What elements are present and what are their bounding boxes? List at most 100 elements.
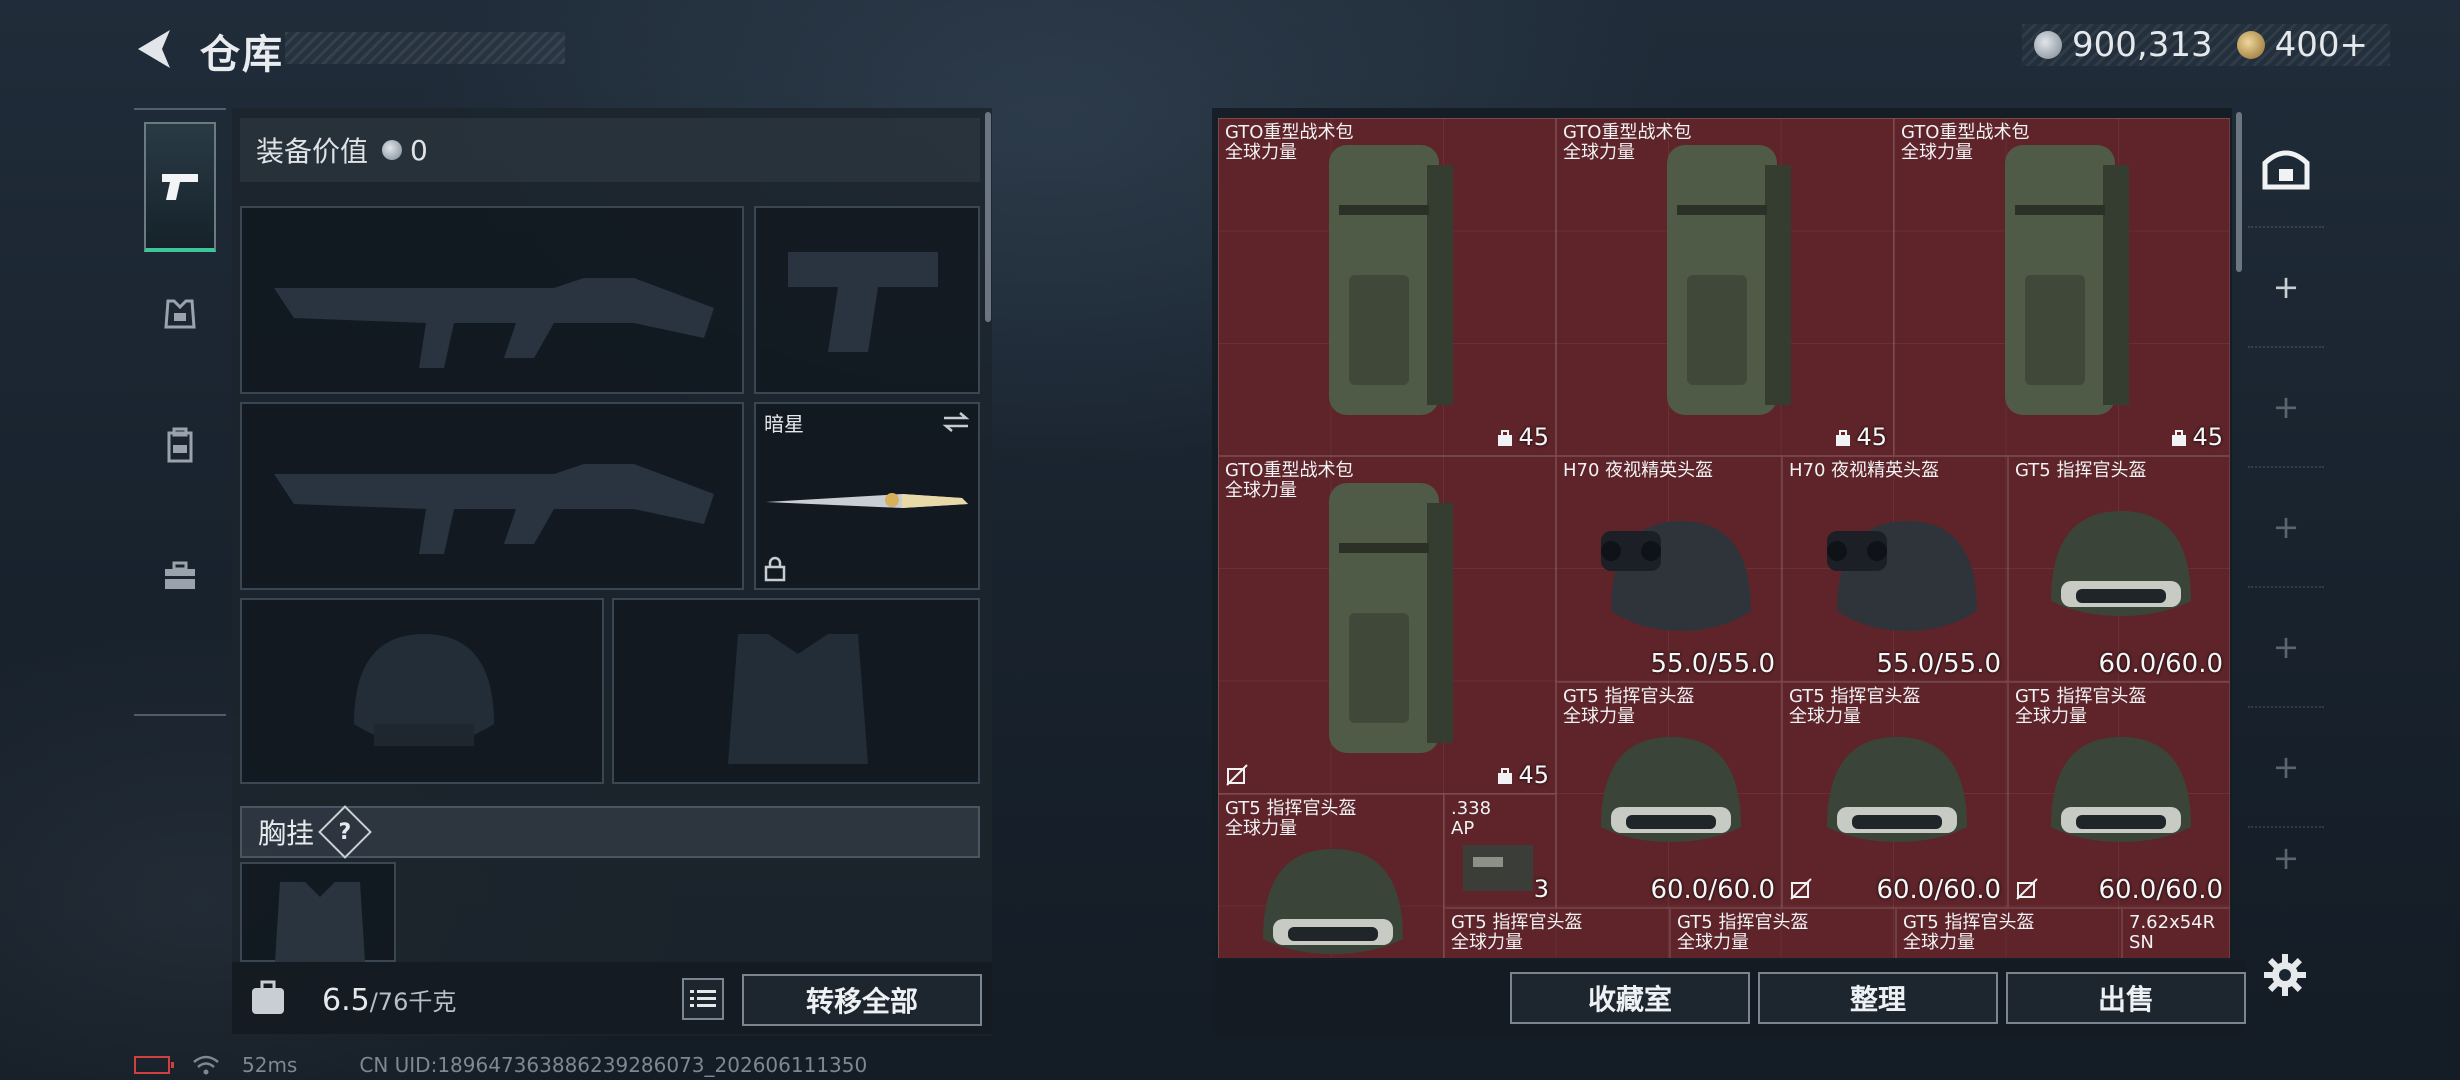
sell-button[interactable]: 出售 xyxy=(2006,972,2246,1024)
help-button[interactable]: ? xyxy=(318,805,372,859)
armor-vest-icon xyxy=(164,299,196,329)
sort-button[interactable]: 整理 xyxy=(1758,972,1998,1024)
item-count: 3 xyxy=(1533,875,1549,903)
chest-rig-slot[interactable] xyxy=(240,862,396,962)
equipment-value-row: 装备价值 0 xyxy=(240,118,980,182)
inventory-item-helmet[interactable]: GT5 指挥官头盔 全球力量 60.0/60.0 xyxy=(2008,682,2230,908)
item-name: H70 夜视精英头盔 xyxy=(1563,460,1714,481)
stash-grid: GTO重型战术包 全球力量 45 GTO重型战术包 全球力量 45 GTO重型战… xyxy=(1218,118,2230,958)
backpack-image xyxy=(1667,145,1791,415)
item-name: GT5 指挥官头盔 xyxy=(1903,912,2035,933)
inventory-item-helmet[interactable]: H70 夜视精英头盔 55.0/55.0 xyxy=(1782,456,2008,682)
primary-weapon-slot-2[interactable] xyxy=(240,402,744,590)
add-stash-page-button[interactable]: + xyxy=(2248,348,2324,468)
commander-helmet-image xyxy=(1263,849,1403,954)
weight-icon xyxy=(1498,430,1513,446)
equipment-scrollbar[interactable] xyxy=(985,112,991,322)
wifi-icon xyxy=(193,1055,219,1075)
inventory-item-ammo[interactable]: .338 AP 3 xyxy=(1444,794,1556,908)
silver-coin-value: 900,313 xyxy=(2072,25,2213,65)
inventory-item-backpack[interactable]: GTO重型战术包 全球力量 45 xyxy=(1556,118,1894,456)
list-view-button[interactable] xyxy=(682,978,724,1020)
tab-tools[interactable] xyxy=(144,510,216,640)
inventory-item-helmet[interactable]: GT5 指挥官头盔 全球力量 xyxy=(1218,794,1444,958)
inventory-item-helmet[interactable]: GT5 指挥官头盔 全球力量 xyxy=(1444,908,1670,958)
item-durability: 55.0/55.0 xyxy=(1876,649,2001,679)
add-stash-page-button[interactable]: + xyxy=(2248,708,2324,828)
item-name: GT5 指挥官头盔 xyxy=(1789,686,1921,707)
item-sub: 全球力量 xyxy=(1677,932,1749,953)
settings-gear-icon[interactable] xyxy=(2262,952,2308,998)
melee-slot[interactable]: 暗星 xyxy=(754,402,980,590)
item-durability: 60.0/60.0 xyxy=(1876,875,2001,905)
item-weight: 45 xyxy=(2170,423,2223,451)
item-weight-value: 45 xyxy=(1518,423,1549,451)
battery-icon xyxy=(134,1056,174,1074)
inventory-item-backpack[interactable]: GTO重型战术包 全球力量 45 xyxy=(1894,118,2230,456)
item-sub: SN xyxy=(2129,932,2154,953)
stash-scrollbar[interactable] xyxy=(2236,112,2242,272)
silver-coin-icon xyxy=(382,140,403,160)
inventory-item-helmet[interactable]: GT5 指挥官头盔 全球力量 xyxy=(1670,908,1896,958)
item-weight-value: 45 xyxy=(1518,761,1549,789)
inventory-item-helmet[interactable]: GT5 指挥官头盔 全球力量 60.0/60.0 xyxy=(1782,682,2008,908)
inventory-item-helmet[interactable]: GT5 指挥官头盔 60.0/60.0 xyxy=(2008,456,2230,682)
item-weight: 45 xyxy=(1834,423,1887,451)
helmet-slot[interactable] xyxy=(240,598,604,784)
inventory-item-helmet[interactable]: GT5 指挥官头盔 全球力量 xyxy=(1896,908,2122,958)
item-weight-value: 45 xyxy=(2192,423,2223,451)
gold-coin-value[interactable]: 400+ xyxy=(2275,25,2368,65)
ammo-box-image xyxy=(1463,845,1533,891)
chest-rig-header: 胸挂 ? xyxy=(240,805,980,859)
backpack-icon xyxy=(167,427,193,463)
gold-coin-icon xyxy=(2236,31,2265,59)
help-icon: ? xyxy=(338,819,352,845)
weight-icon xyxy=(2172,430,2187,446)
title-decoration xyxy=(285,32,565,64)
back-arrow-icon[interactable] xyxy=(130,24,174,74)
inventory-item-helmet[interactable]: H70 夜视精英头盔 55.0/55.0 xyxy=(1556,456,1782,682)
inventory-item-ammo[interactable]: 7.62x54R SN xyxy=(2122,908,2230,958)
item-weight-value: 45 xyxy=(1856,423,1887,451)
item-name: 7.62x54R xyxy=(2129,912,2216,933)
item-name: GT5 指挥官头盔 xyxy=(1225,798,1357,819)
chest-rig-silhouette-icon xyxy=(275,882,365,962)
primary-weapon-slot[interactable] xyxy=(240,206,744,394)
list-icon xyxy=(690,990,716,1007)
backpack-image xyxy=(1329,145,1453,415)
secondary-weapon-slot[interactable] xyxy=(754,206,980,394)
tab-armor[interactable] xyxy=(144,250,216,380)
body-armor-slot[interactable] xyxy=(612,598,980,784)
tab-weapons[interactable] xyxy=(144,122,216,252)
add-stash-page-button[interactable]: + xyxy=(2248,228,2324,348)
commander-helmet-image xyxy=(1827,737,1967,842)
item-name: H70 夜视精英头盔 xyxy=(1789,460,1940,481)
stash-page-main[interactable] xyxy=(2248,108,2324,228)
lock-icon xyxy=(764,556,786,582)
backpack-image xyxy=(1329,483,1453,753)
add-stash-page-button[interactable]: + xyxy=(2248,588,2324,708)
weight-icon xyxy=(1498,768,1513,784)
pistol-silhouette-icon xyxy=(788,252,938,352)
status-bar: 52ms CN UID:1896473638862392860​73_20260… xyxy=(134,1052,867,1078)
collection-button[interactable]: 收藏室 xyxy=(1510,972,1750,1024)
inventory-item-backpack[interactable]: GTO重型战术包 全球力量 45 xyxy=(1218,456,1556,794)
swap-icon[interactable] xyxy=(940,410,972,434)
tab-backpack[interactable] xyxy=(144,380,216,510)
item-weight: 45 xyxy=(1496,761,1549,789)
add-stash-page-button[interactable]: + xyxy=(2248,468,2324,588)
chest-rig-label: 胸挂 xyxy=(258,817,315,850)
add-stash-page-button[interactable]: + xyxy=(2248,828,2324,888)
no-insure-icon xyxy=(1790,878,1812,900)
inventory-item-backpack[interactable]: GTO重型战术包 全球力量 45 xyxy=(1218,118,1556,456)
backpack-image xyxy=(2005,145,2129,415)
item-name: GT5 指挥官头盔 xyxy=(1677,912,1809,933)
rifle-silhouette-icon xyxy=(274,464,714,554)
weight-max: /76千克 xyxy=(369,988,457,1016)
weight-icon xyxy=(1836,430,1851,446)
item-sub: 全球力量 xyxy=(1225,480,1297,501)
transfer-all-button[interactable]: 转移全部 xyxy=(742,974,982,1026)
commander-helmet-image xyxy=(1601,737,1741,842)
inventory-item-helmet[interactable]: GT5 指挥官头盔 全球力量 60.0/60.0 xyxy=(1556,682,1782,908)
armor-silhouette-icon xyxy=(728,634,868,764)
